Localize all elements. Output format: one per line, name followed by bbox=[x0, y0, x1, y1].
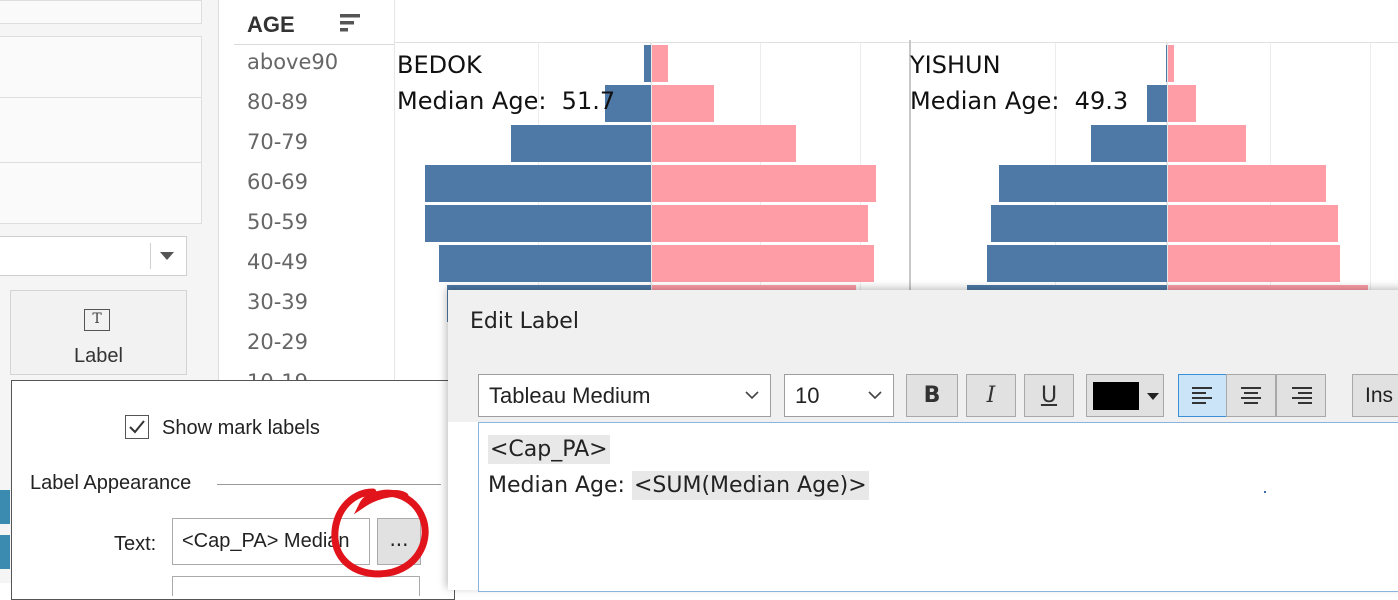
text-color-button[interactable] bbox=[1086, 374, 1164, 417]
rows-header-title: AGE bbox=[247, 12, 295, 37]
checkmark-icon bbox=[129, 420, 145, 434]
dropdown-separator bbox=[150, 243, 151, 269]
age-row-label[interactable]: above90 bbox=[247, 50, 338, 74]
align-right-button[interactable] bbox=[1276, 374, 1326, 417]
text-icon: T bbox=[84, 309, 110, 331]
male-bar[interactable] bbox=[987, 245, 1167, 282]
underline-button[interactable]: U bbox=[1024, 374, 1074, 417]
sort-icon[interactable] bbox=[340, 13, 362, 35]
chevron-down-icon bbox=[868, 391, 882, 400]
male-bar[interactable] bbox=[999, 165, 1167, 202]
font-size-select[interactable]: 10 bbox=[784, 374, 894, 417]
female-bar[interactable] bbox=[1168, 205, 1338, 242]
red-annotation-circle bbox=[331, 488, 429, 578]
male-bar[interactable] bbox=[425, 205, 651, 242]
male-bar[interactable] bbox=[1147, 85, 1167, 122]
color-swatch bbox=[1093, 382, 1139, 410]
divider bbox=[0, 97, 202, 98]
chevron-down-icon[interactable] bbox=[160, 252, 174, 260]
field-token-cap-pa[interactable]: <Cap_PA> bbox=[488, 435, 610, 464]
pane-title-label: BEDOK bbox=[397, 51, 482, 79]
female-bar[interactable] bbox=[1168, 165, 1326, 202]
align-left-icon bbox=[1192, 387, 1212, 404]
female-bar[interactable] bbox=[652, 165, 876, 202]
female-bar[interactable] bbox=[652, 45, 668, 82]
format-toolbar: Tableau Medium 10 B I U Ins bbox=[448, 352, 1398, 422]
median-age-text: Median Age: bbox=[488, 473, 625, 498]
show-mark-labels-text: Show mark labels bbox=[162, 417, 320, 439]
male-bar[interactable] bbox=[511, 125, 651, 162]
label-button[interactable]: T Label bbox=[10, 290, 187, 375]
female-bar[interactable] bbox=[652, 85, 714, 122]
rows-header: AGE bbox=[234, 0, 394, 45]
font-family-value: Tableau Medium bbox=[489, 383, 651, 408]
marks-card[interactable] bbox=[0, 36, 202, 224]
age-row-label[interactable]: 80-89 bbox=[247, 90, 308, 114]
male-bar[interactable] bbox=[439, 245, 651, 282]
text-field-label: Text: bbox=[114, 533, 157, 555]
marks-card-top[interactable] bbox=[0, 0, 202, 24]
female-bar[interactable] bbox=[652, 125, 796, 162]
female-bar[interactable] bbox=[1168, 45, 1174, 82]
shelf-pill[interactable] bbox=[0, 535, 10, 569]
age-row-label[interactable]: 20-29 bbox=[247, 330, 308, 354]
female-bar[interactable] bbox=[1168, 125, 1246, 162]
divider bbox=[0, 162, 202, 163]
insert-button[interactable]: Ins bbox=[1352, 374, 1398, 417]
show-mark-labels-checkbox[interactable] bbox=[125, 415, 149, 439]
mark-type-dropdown[interactable] bbox=[0, 236, 187, 276]
age-row-label[interactable]: 40-49 bbox=[247, 250, 308, 274]
age-row-label[interactable]: 60-69 bbox=[247, 170, 308, 194]
pane-title-label: YISHUN bbox=[910, 51, 1001, 79]
median-age-label: Median Age: 49.3 bbox=[910, 87, 1129, 115]
shelf-pill[interactable] bbox=[0, 490, 10, 524]
age-row-label[interactable]: 30-39 bbox=[247, 290, 308, 314]
align-right-icon bbox=[1292, 387, 1312, 404]
italic-button[interactable]: I bbox=[966, 374, 1016, 417]
font-size-value: 10 bbox=[795, 383, 820, 408]
pane-divider bbox=[909, 40, 911, 300]
female-bar[interactable] bbox=[1168, 245, 1340, 282]
align-center-icon bbox=[1241, 387, 1261, 404]
header-rule bbox=[394, 42, 1398, 43]
label-button-text: Label bbox=[74, 345, 123, 367]
align-center-button[interactable] bbox=[1226, 374, 1276, 417]
male-bar[interactable] bbox=[1166, 45, 1167, 82]
row-header-divider bbox=[394, 0, 395, 380]
edit-label-dialog: Edit Label Tableau Medium 10 B I U Ins <… bbox=[448, 290, 1398, 592]
female-bar[interactable] bbox=[1168, 85, 1196, 122]
male-bar[interactable] bbox=[425, 165, 651, 202]
label-text-editor[interactable]: <Cap_PA> Median Age: <SUM(Median Age)> bbox=[478, 422, 1398, 592]
field-token-median-age[interactable]: <SUM(Median Age)> bbox=[631, 471, 869, 500]
chevron-down-icon bbox=[745, 391, 759, 400]
male-bar[interactable] bbox=[991, 205, 1167, 242]
text-cursor bbox=[1264, 491, 1266, 493]
dialog-title: Edit Label bbox=[470, 309, 579, 334]
female-bar[interactable] bbox=[652, 245, 874, 282]
label-appearance-heading: Label Appearance bbox=[30, 472, 192, 494]
bold-button[interactable]: B bbox=[906, 374, 958, 417]
align-left-button[interactable] bbox=[1178, 374, 1228, 417]
median-age-label: Median Age: 51.7 bbox=[397, 87, 616, 115]
age-row-label[interactable]: 70-79 bbox=[247, 130, 308, 154]
dialog-titlebar[interactable]: Edit Label bbox=[448, 290, 1398, 352]
age-row-label[interactable]: 50-59 bbox=[247, 210, 308, 234]
male-bar[interactable] bbox=[644, 45, 651, 82]
female-bar[interactable] bbox=[652, 205, 868, 242]
caret-down-icon bbox=[1147, 393, 1159, 400]
male-bar[interactable] bbox=[1091, 125, 1167, 162]
font-family-select[interactable]: Tableau Medium bbox=[478, 374, 771, 417]
